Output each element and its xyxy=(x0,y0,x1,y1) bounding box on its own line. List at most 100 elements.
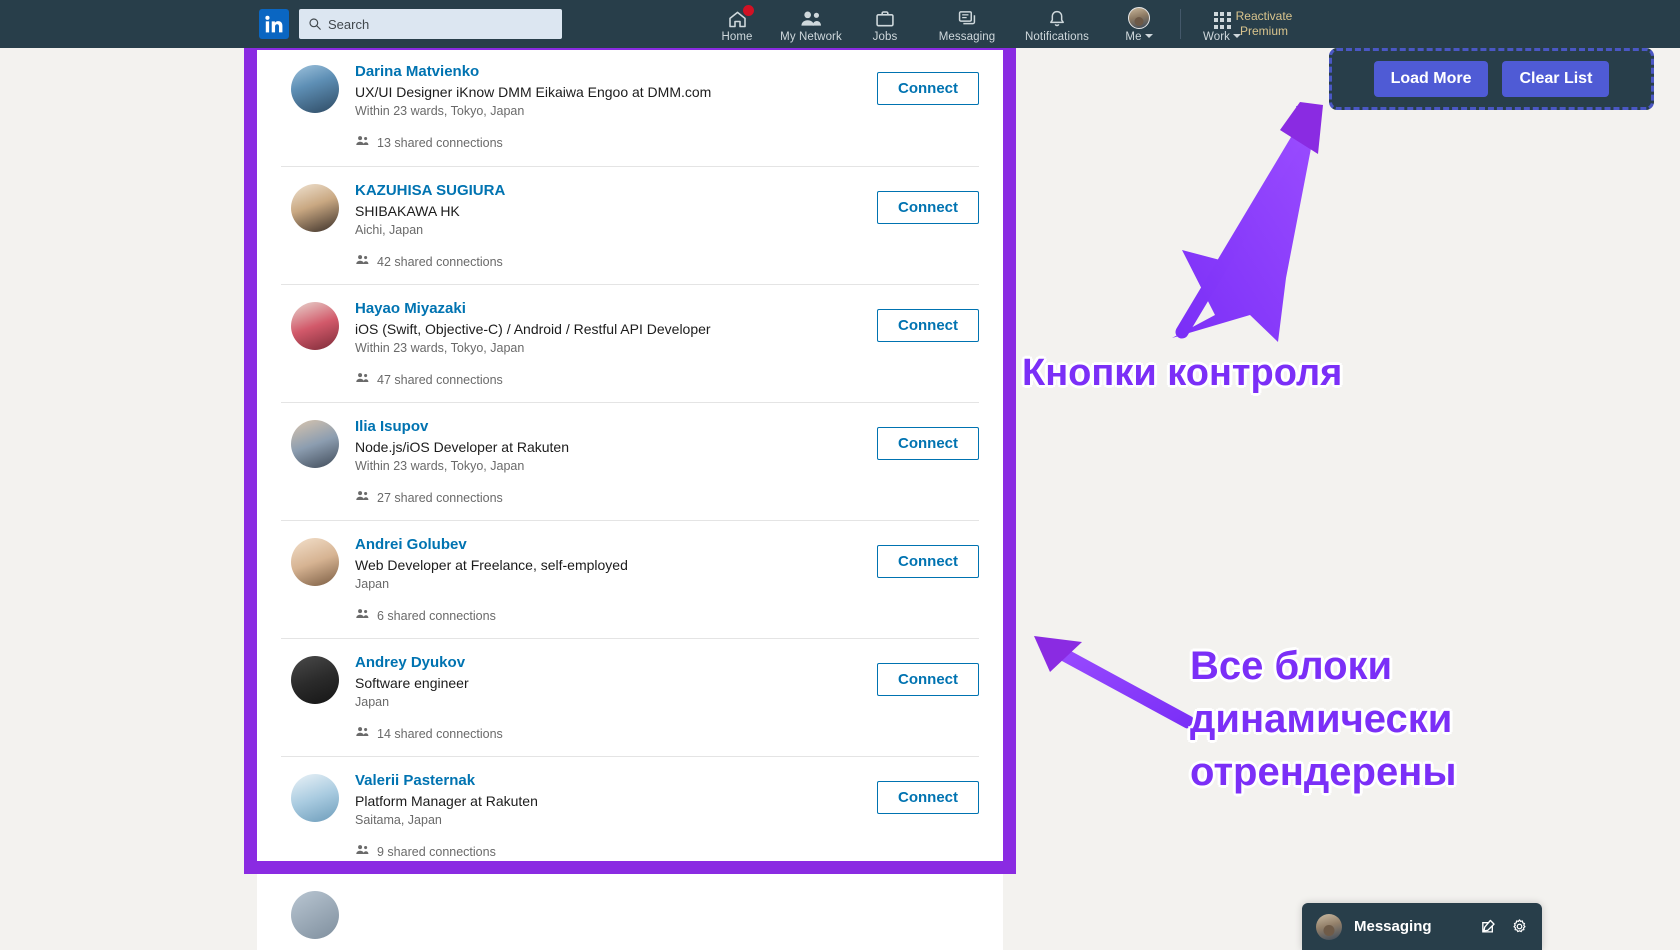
shared-connections-label: 14 shared connections xyxy=(377,726,503,741)
nav-label-jobs: Jobs xyxy=(872,30,898,43)
person-title: Platform Manager at Rakuten xyxy=(355,793,538,809)
person-info: Andrey Dyukov Software engineer Japan 14… xyxy=(355,653,867,741)
connect-button[interactable]: Connect xyxy=(877,663,979,696)
shared-connections-icon xyxy=(355,844,370,859)
person-shared-connections: 6 shared connections xyxy=(355,608,867,623)
person-shared-connections: 14 shared connections xyxy=(355,726,867,741)
shared-connections-label: 6 shared connections xyxy=(377,608,496,623)
nav-label-notifications: Notifications xyxy=(1025,30,1089,43)
shared-connections-icon xyxy=(355,490,370,505)
nav-item-me[interactable]: Me xyxy=(1102,0,1176,48)
list-item[interactable]: Ilia Isupov Node.js/iOS Developer at Rak… xyxy=(281,402,979,520)
person-name[interactable]: Hayao Miyazaki xyxy=(355,299,466,318)
nav-label-messaging: Messaging xyxy=(938,30,996,43)
nav-label-me: Me xyxy=(1125,30,1142,43)
person-info: Darina Matvienko UX/UI Designer iKnow DM… xyxy=(355,62,867,150)
nav-divider xyxy=(1180,9,1181,39)
person-name[interactable] xyxy=(355,888,359,907)
person-location: Saitama, Japan xyxy=(355,813,442,827)
person-shared-connections: 42 shared connections xyxy=(355,254,867,269)
nav-label-home: Home xyxy=(721,30,753,43)
avatar xyxy=(291,302,339,350)
shared-connections-label: 27 shared connections xyxy=(377,490,503,505)
connect-button[interactable]: Connect xyxy=(877,781,979,814)
nav-item-group: Home My Network Jobs Messaging Notificat… xyxy=(700,0,1259,48)
shared-connections-icon xyxy=(355,135,370,150)
avatar xyxy=(291,65,339,113)
nav-item-notifications[interactable]: Notifications xyxy=(1012,0,1102,48)
connect-button[interactable]: Connect xyxy=(877,72,979,105)
my-network-icon xyxy=(799,8,823,29)
compose-pencil-icon[interactable] xyxy=(1480,918,1497,935)
list-item[interactable]: Valerii Pasternak Platform Manager at Ra… xyxy=(281,756,979,861)
people-list: Darina Matvienko UX/UI Designer iKnow DM… xyxy=(257,48,1003,861)
shared-connections-label: 47 shared connections xyxy=(377,372,503,387)
person-shared-connections: 47 shared connections xyxy=(355,372,867,387)
search-icon xyxy=(308,17,322,31)
search-input[interactable] xyxy=(328,16,538,32)
person-info: Valerii Pasternak Platform Manager at Ra… xyxy=(355,771,867,859)
shared-connections-label: 42 shared connections xyxy=(377,254,503,269)
list-item[interactable] xyxy=(281,874,979,950)
people-list-next-card-peek xyxy=(257,874,1003,950)
person-info: Ilia Isupov Node.js/iOS Developer at Rak… xyxy=(355,417,867,505)
reactivate-premium-link[interactable]: Reactivate Premium xyxy=(1216,0,1312,48)
people-list-highlight-frame: Darina Matvienko UX/UI Designer iKnow DM… xyxy=(244,48,1016,874)
person-location: Aichi, Japan xyxy=(355,223,424,237)
list-item[interactable]: Andrei Golubev Web Developer at Freelanc… xyxy=(281,520,979,638)
linkedin-logo-icon[interactable] xyxy=(259,9,289,39)
person-title: iOS (Swift, Objective-C) / Android / Res… xyxy=(355,321,711,337)
person-name[interactable]: Valerii Pasternak xyxy=(355,771,475,790)
person-name[interactable]: Ilia Isupov xyxy=(355,417,428,436)
shared-connections-icon xyxy=(355,608,370,623)
load-more-button[interactable]: Load More xyxy=(1373,61,1489,97)
shared-connections-label: 13 shared connections xyxy=(377,135,503,150)
person-title: Software engineer xyxy=(355,675,469,691)
person-shared-connections: 13 shared connections xyxy=(355,135,867,150)
nav-label-my-network: My Network xyxy=(780,30,842,43)
nav-item-jobs[interactable]: Jobs xyxy=(848,0,922,48)
connect-button[interactable]: Connect xyxy=(877,427,979,460)
control-buttons-panel: Load More Clear List xyxy=(1329,48,1654,110)
person-location: Japan xyxy=(355,577,390,591)
shared-connections-icon xyxy=(355,254,370,269)
avatar xyxy=(291,774,339,822)
avatar xyxy=(291,538,339,586)
messaging-widget[interactable]: Messaging xyxy=(1302,903,1542,950)
search-box[interactable] xyxy=(299,9,562,39)
annotation-arrow-to-controls xyxy=(1172,102,1323,342)
shared-connections-label: 9 shared connections xyxy=(377,844,496,859)
annotation-controls-text: Кнопки контроля xyxy=(1022,352,1343,394)
person-name[interactable]: KAZUHISA SUGIURA xyxy=(355,181,505,200)
person-shared-connections: 9 shared connections xyxy=(355,844,867,859)
person-name[interactable]: Andrei Golubev xyxy=(355,535,467,554)
nav-item-my-network[interactable]: My Network xyxy=(774,0,848,48)
messaging-icon xyxy=(957,8,978,29)
home-icon xyxy=(727,3,755,29)
avatar xyxy=(291,891,339,939)
person-location: Within 23 wards, Tokyo, Japan xyxy=(355,104,525,118)
nav-item-home[interactable]: Home xyxy=(700,0,774,48)
person-title: UX/UI Designer iKnow DMM Eikaiwa Engoo a… xyxy=(355,84,712,100)
person-title: Web Developer at Freelance, self-employe… xyxy=(355,557,628,573)
avatar-icon xyxy=(1128,6,1150,29)
person-name[interactable]: Andrey Dyukov xyxy=(355,653,465,672)
list-item[interactable]: Darina Matvienko UX/UI Designer iKnow DM… xyxy=(281,48,979,166)
person-shared-connections: 27 shared connections xyxy=(355,490,867,505)
connect-button[interactable]: Connect xyxy=(877,309,979,342)
reactivate-premium-label: Reactivate Premium xyxy=(1235,9,1293,38)
avatar xyxy=(291,420,339,468)
chevron-down-icon xyxy=(1144,34,1153,39)
shared-connections-icon xyxy=(355,372,370,387)
person-name[interactable]: Darina Matvienko xyxy=(355,62,479,81)
list-item[interactable]: KAZUHISA SUGIURA SHIBAKAWA HK Aichi, Jap… xyxy=(281,166,979,284)
list-item[interactable]: Hayao Miyazaki iOS (Swift, Objective-C) … xyxy=(281,284,979,402)
connect-button[interactable]: Connect xyxy=(877,545,979,578)
connect-button[interactable]: Connect xyxy=(877,191,979,224)
me-avatar xyxy=(1128,6,1150,29)
list-item[interactable]: Andrey Dyukov Software engineer Japan 14… xyxy=(281,638,979,756)
top-navigation-bar: Home My Network Jobs xyxy=(0,0,1680,48)
clear-list-button[interactable]: Clear List xyxy=(1502,61,1610,97)
nav-item-messaging[interactable]: Messaging xyxy=(922,0,1012,48)
gear-icon[interactable] xyxy=(1511,918,1528,935)
